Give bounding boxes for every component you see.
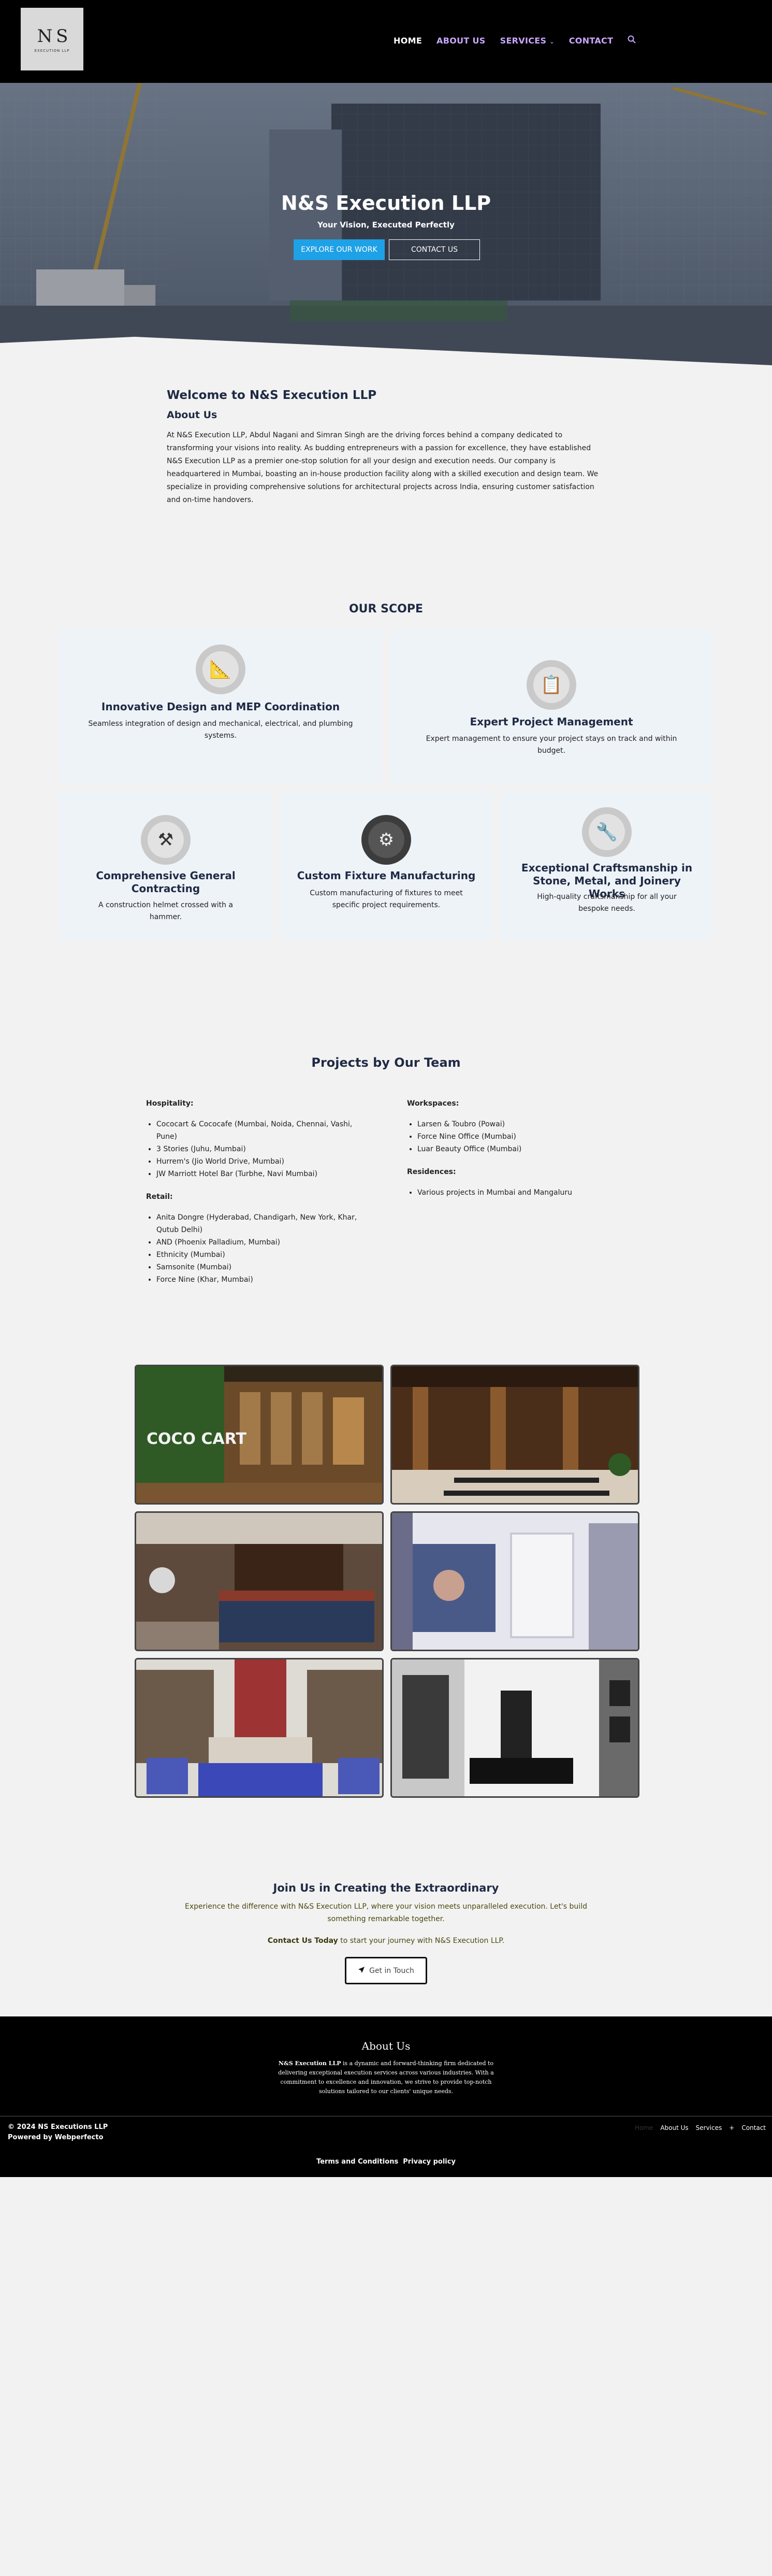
saw-icon: 🔧 — [582, 807, 632, 857]
scope-card-desc: Seamless integration of design and mecha… — [88, 720, 353, 740]
gallery-image-luggage-store[interactable] — [390, 1658, 639, 1798]
powered-by-text: Powered by Webperfecto — [8, 2134, 104, 2141]
footer-nav: Home About Us Services + Contact — [635, 2124, 766, 2131]
retail-list: Anita Dongre (Hyderabad, Chandigarh, New… — [146, 1211, 363, 1286]
gallery-image-boutique[interactable] — [135, 1658, 384, 1798]
site-logo[interactable]: N S EXECUTION LLP — [21, 8, 83, 70]
scope-card: 🔧 Exceptional Craftsmanship in Stone, Me… — [500, 792, 713, 940]
projects-column-right: Workspaces: Larsen & Toubro (Powai) Forc… — [407, 1099, 624, 1211]
gallery-image-storefront[interactable] — [390, 1511, 639, 1651]
scope-card-desc: Expert management to ensure your project… — [426, 735, 677, 755]
scope-card: 📐 Innovative Design and MEP Coordination… — [59, 629, 382, 783]
nav-about[interactable]: ABOUT US — [436, 36, 486, 46]
paper-plane-icon — [358, 1966, 365, 1976]
residences-list: Various projects in Mumbai and Mangaluru — [407, 1186, 624, 1199]
explore-work-button[interactable]: EXPLORE OUR WORK — [294, 239, 385, 260]
scope-card: 📋 Expert Project Management Expert manag… — [390, 629, 713, 783]
hospitality-list: Cococart & Cococafe (Mumbai, Noida, Chen… — [146, 1118, 363, 1180]
list-item: JW Marriott Hotel Bar (Turbhe, Navi Mumb… — [156, 1168, 363, 1180]
site-header: N S EXECUTION LLP HOME ABOUT US SERVICES… — [0, 0, 772, 83]
nav-services-label: SERVICES — [500, 36, 547, 46]
residences-heading: Residences: — [407, 1168, 456, 1176]
blueprint-icon: 📐 — [196, 645, 245, 694]
welcome-title: Welcome to N&S Execution LLP — [167, 389, 377, 402]
get-in-touch-button[interactable]: Get in Touch — [345, 1957, 427, 1984]
list-item: Anita Dongre (Hyderabad, Chandigarh, New… — [156, 1211, 363, 1236]
gallery-image-cafe[interactable] — [135, 1511, 384, 1651]
scope-card-title: Innovative Design and MEP Coordination — [101, 700, 340, 713]
privacy-link[interactable]: Privacy policy — [403, 2158, 456, 2166]
contact-today-link[interactable]: Contact Us Today — [268, 1937, 338, 1945]
coco-cart-sign: COCO CART — [147, 1430, 246, 1448]
list-item: Larsen & Toubro (Powai) — [417, 1118, 624, 1130]
join-title: Join Us in Creating the Extraordinary — [273, 1882, 499, 1894]
scope-card-title: Expert Project Management — [470, 715, 633, 728]
list-item: Luar Beauty Office (Mumbai) — [417, 1143, 624, 1155]
clipboard-icon: 📋 — [527, 660, 576, 710]
footer-nav-services[interactable]: Services — [696, 2124, 722, 2131]
workspaces-heading: Workspaces: — [407, 1099, 459, 1108]
list-item: Various projects in Mumbai and Mangaluru — [417, 1186, 624, 1199]
nav-contact[interactable]: CONTACT — [569, 36, 614, 46]
terms-link[interactable]: Terms and Conditions — [316, 2158, 398, 2166]
list-item: Hurrem's (Jio World Drive, Mumbai) — [156, 1155, 363, 1168]
welcome-section: Welcome to N&S Execution LLP About Us At… — [0, 368, 772, 637]
footer-about-text: N&S Execution LLP is a dynamic and forwa… — [269, 2059, 503, 2096]
footer-nav-about[interactable]: About Us — [660, 2124, 688, 2131]
gallery-image-hall[interactable] — [390, 1365, 639, 1505]
scope-card-desc: Custom manufacturing of fixtures to meet… — [310, 889, 463, 909]
logo-monogram: N S — [37, 25, 68, 47]
retail-heading: Retail: — [146, 1193, 173, 1201]
projects-title: Projects by Our Team — [311, 1055, 461, 1070]
scope-title: OUR SCOPE — [348, 603, 423, 616]
hero-section: N&S Execution LLP Your Vision, Executed … — [0, 83, 772, 368]
list-item: Force Nine Office (Mumbai) — [417, 1130, 624, 1143]
join-cta-rest: to start your journey with N&S Execution… — [338, 1937, 505, 1945]
plus-icon[interactable]: + — [729, 2124, 734, 2131]
site-footer: About Us N&S Execution LLP is a dynamic … — [0, 2016, 772, 2177]
gallery-image-cococart[interactable]: COCO CART — [135, 1365, 384, 1505]
main-nav: HOME ABOUT US SERVICES ⌄ CONTACT — [394, 35, 650, 46]
list-item: Ethnicity (Mumbai) — [156, 1249, 363, 1261]
nav-home[interactable]: HOME — [394, 36, 422, 46]
hospitality-heading: Hospitality: — [146, 1099, 194, 1108]
helmet-hammer-icon: ⚒ — [141, 815, 191, 865]
list-item: AND (Phoenix Palladium, Mumbai) — [156, 1236, 363, 1249]
scope-card: ⚙ Custom Fixture Manufacturing Custom ma… — [280, 792, 493, 940]
about-heading: About Us — [167, 409, 217, 421]
list-item: 3 Stories (Juhu, Mumbai) — [156, 1143, 363, 1155]
footer-copyright-block: © 2024 NS Executions LLP Powered by Webp… — [8, 2122, 108, 2143]
join-cta-text: Contact Us Today to start your journey w… — [0, 1937, 772, 1945]
copyright-text: © 2024 NS Executions LLP — [8, 2123, 108, 2131]
list-item: Samsonite (Mumbai) — [156, 1261, 363, 1273]
workspaces-list: Larsen & Toubro (Powai) Force Nine Offic… — [407, 1118, 624, 1155]
get-in-touch-label: Get in Touch — [369, 1966, 414, 1975]
list-item: Cococart & Cococafe (Mumbai, Noida, Chen… — [156, 1118, 363, 1143]
footer-legal: Terms and Conditions Privacy policy — [0, 2158, 772, 2166]
hero-subtitle: Your Vision, Executed Perfectly — [317, 220, 455, 230]
scope-card: ⚒ Comprehensive General Contracting A co… — [59, 792, 272, 940]
footer-about-title: About Us — [361, 2040, 411, 2052]
hero-title: N&S Execution LLP — [281, 192, 491, 214]
list-item: Force Nine (Khar, Mumbai) — [156, 1273, 363, 1286]
hero-wave-divider — [0, 337, 772, 368]
logo-subtitle: EXECUTION LLP — [34, 48, 70, 53]
search-icon[interactable] — [628, 35, 636, 46]
projects-column-left: Hospitality: Cococart & Cococafe (Mumbai… — [146, 1099, 363, 1298]
scope-card-desc: A construction helmet crossed with a ham… — [98, 901, 234, 921]
footer-company-name: N&S Execution LLP — [278, 2060, 341, 2067]
join-paragraph: Experience the difference with N&S Execu… — [185, 1902, 587, 1923]
about-paragraph: At N&S Execution LLP, Abdul Nagani and S… — [167, 431, 599, 504]
scope-card-title: Custom Fixture Manufacturing — [297, 869, 476, 882]
scope-card-desc: High-quality craftsmanship for all your … — [537, 893, 677, 913]
footer-nav-contact[interactable]: Contact — [741, 2124, 766, 2131]
footer-nav-home[interactable]: Home — [635, 2124, 653, 2131]
nav-services[interactable]: SERVICES ⌄ — [500, 36, 555, 46]
chevron-down-icon: ⌄ — [549, 38, 555, 45]
contact-us-button[interactable]: CONTACT US — [389, 239, 480, 260]
scope-card-title: Comprehensive General Contracting — [96, 869, 236, 895]
gear-icon: ⚙ — [361, 815, 411, 865]
